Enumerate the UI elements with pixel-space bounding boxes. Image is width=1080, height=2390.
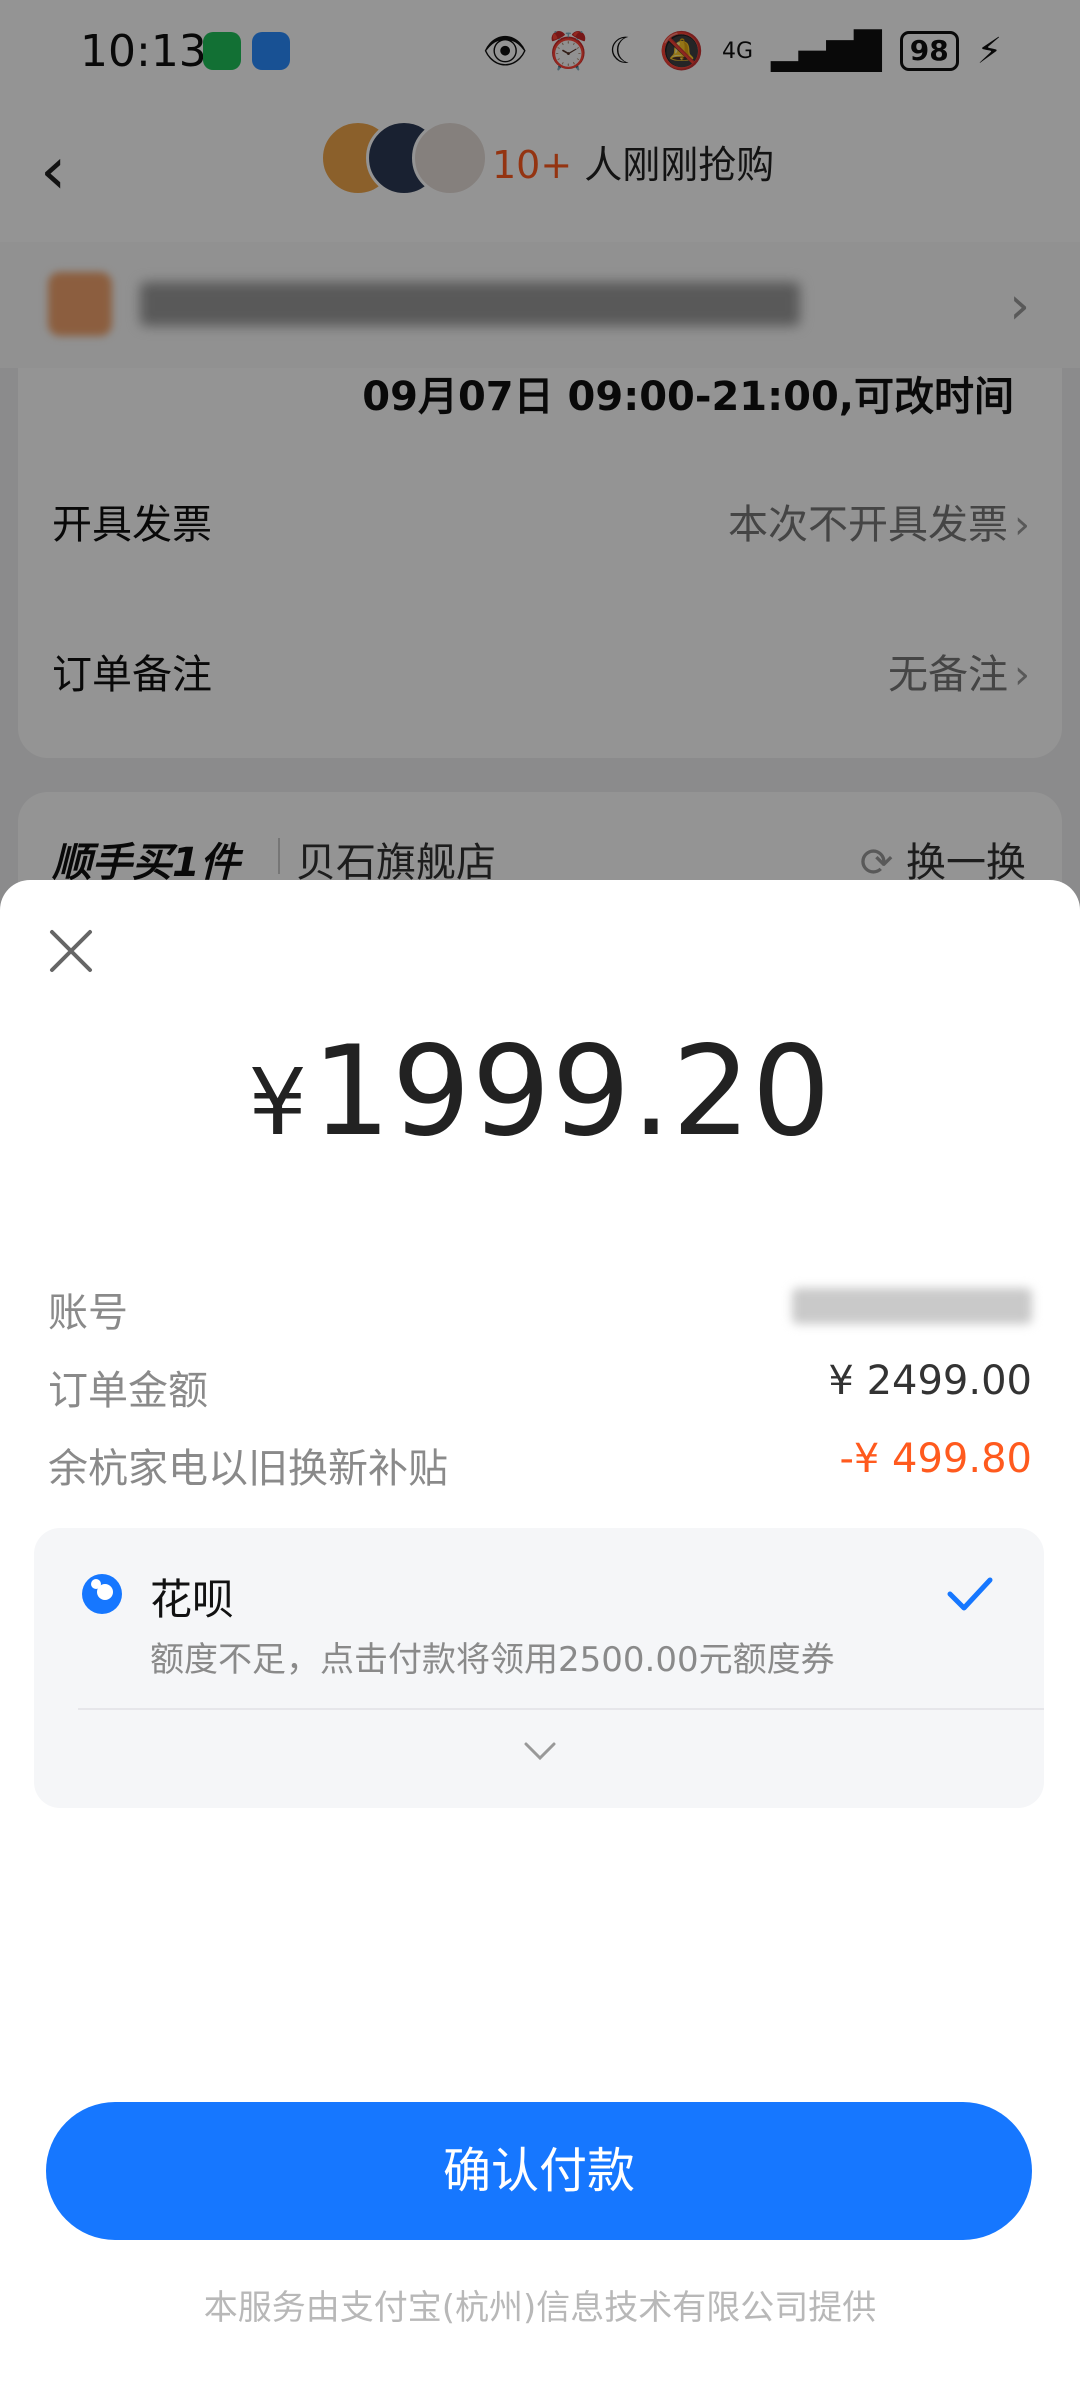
subsidy-value: -¥ 499.80	[839, 1436, 1032, 1482]
payment-amount: ¥1999.20	[248, 1020, 832, 1164]
chevron-down-icon[interactable]	[523, 1740, 557, 1762]
payment-sheet: ¥1999.20 账号 订单金额 ¥ 2499.00 余杭家电以旧换新补贴 -¥…	[0, 880, 1080, 2390]
divider	[78, 1708, 1044, 1710]
subsidy-label: 余杭家电以旧换新补贴	[48, 1446, 448, 1492]
method-name: 花呗	[150, 1575, 235, 1624]
check-icon	[947, 1577, 993, 1611]
service-provider-note: 本服务由支付宝(杭州)信息技术有限公司提供	[203, 2288, 877, 2328]
close-icon[interactable]	[46, 926, 96, 976]
method-description: 额度不足，点击付款将领用2500.00元额度券	[150, 1640, 835, 1680]
huabei-icon	[82, 1574, 122, 1614]
order-amount-value: ¥ 2499.00	[828, 1358, 1032, 1404]
confirm-payment-button[interactable]: 确认付款	[46, 2102, 1032, 2240]
payment-method-huabei[interactable]: 花呗 额度不足，点击付款将领用2500.00元额度券	[34, 1528, 1044, 1808]
order-amount-label: 订单金额	[48, 1368, 208, 1414]
account-value-blurred	[792, 1288, 1032, 1324]
account-label: 账号	[48, 1290, 128, 1336]
